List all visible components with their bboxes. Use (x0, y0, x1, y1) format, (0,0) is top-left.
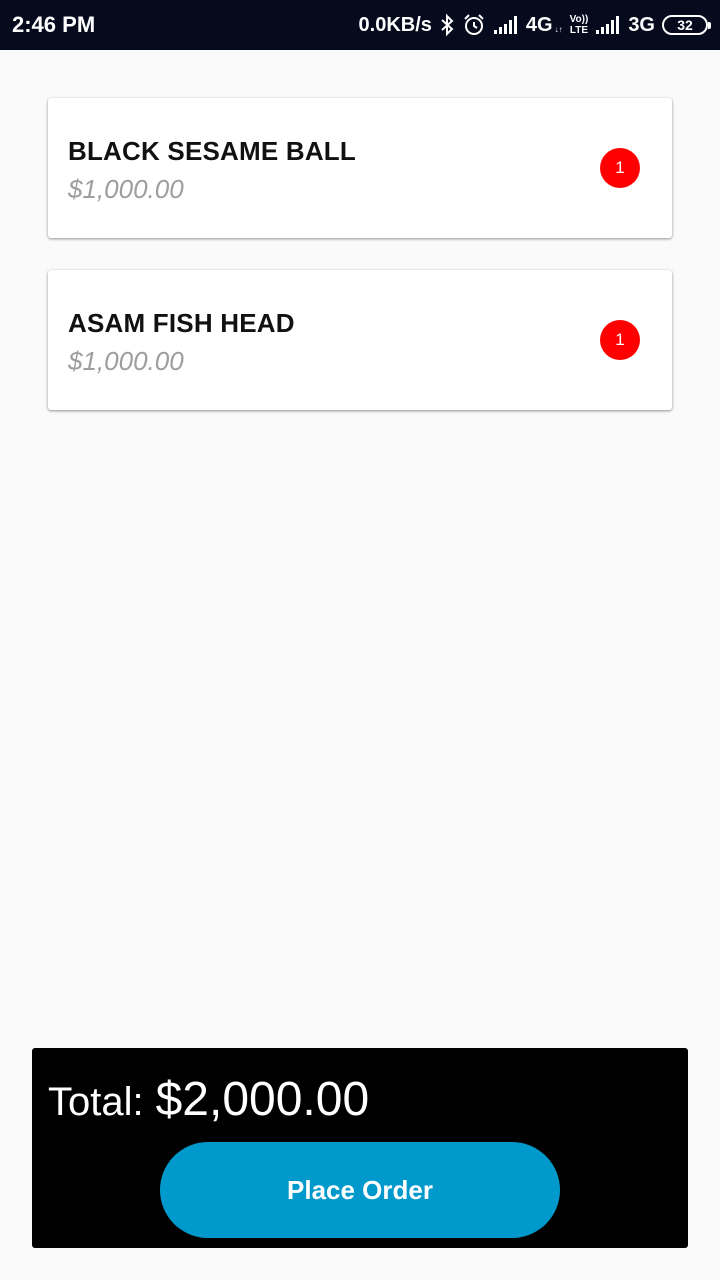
data-activity: ↓↑ (554, 25, 563, 34)
network-type-1: 4G (525, 13, 553, 36)
quantity-badge: 1 (600, 320, 640, 360)
signal-icon (493, 15, 519, 35)
status-time: 2:46 PM (12, 12, 96, 37)
net-speed: 0.0KB/s (358, 13, 432, 36)
battery-icon: 32 (662, 15, 711, 35)
signal-icon (595, 15, 621, 35)
volte-icon: Vo)) LTE (569, 14, 589, 36)
item-name: ASAM FISH HEAD (68, 308, 295, 338)
item-name: BLACK SESAME BALL (68, 136, 356, 166)
place-order-button[interactable]: Place Order (160, 1142, 560, 1238)
item-price: $1,000.00 (68, 346, 184, 376)
status-bar: 2:46 PM 0.0KB/s 4G ↓↑ Vo)) LTE 3G 32 (0, 0, 720, 50)
cart-item[interactable]: BLACK SESAME BALL $1,000.00 1 (48, 98, 672, 238)
alarm-icon (462, 13, 486, 37)
total-label: Total: (48, 1080, 144, 1124)
bluetooth-icon (439, 13, 455, 37)
total-row: Total: $2,000.00 (48, 1072, 369, 1127)
order-summary-panel: Total: $2,000.00 Place Order (32, 1048, 688, 1248)
network-type-2: 3G (628, 13, 655, 36)
status-indicators: 0.0KB/s 4G ↓↑ Vo)) LTE 3G 32 (358, 13, 711, 37)
item-price: $1,000.00 (68, 174, 184, 204)
cart-item[interactable]: ASAM FISH HEAD $1,000.00 1 (48, 270, 672, 410)
quantity-badge: 1 (600, 148, 640, 188)
total-value: $2,000.00 (155, 1073, 370, 1126)
